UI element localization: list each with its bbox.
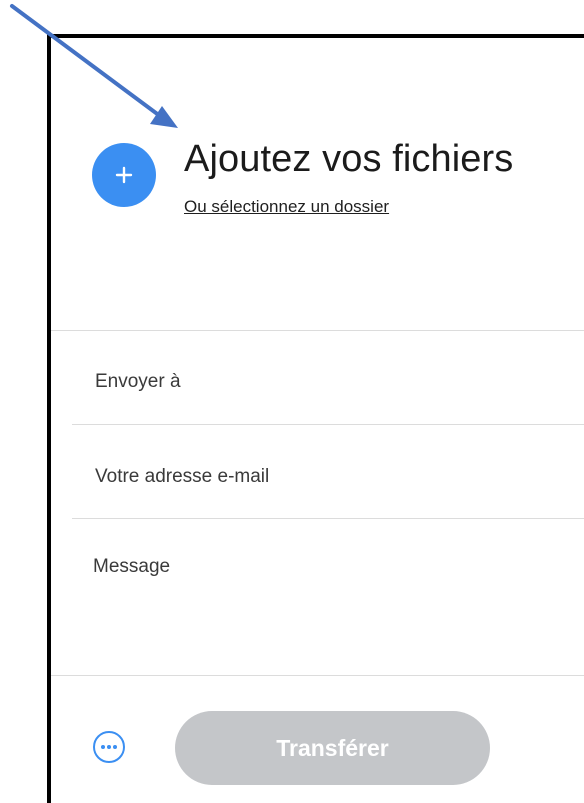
more-options-icon: [101, 745, 117, 749]
transfer-button[interactable]: Transférer: [175, 711, 490, 785]
sender-email-input[interactable]: [95, 459, 565, 495]
plus-icon: [115, 166, 133, 184]
recipient-email-input[interactable]: [95, 364, 565, 400]
message-textarea[interactable]: [93, 555, 563, 655]
field-divider: [72, 518, 584, 519]
add-files-title[interactable]: Ajoutez vos fichiers: [184, 136, 513, 182]
screenshot: Ajoutez vos fichiers Ou sélectionnez un …: [0, 0, 584, 803]
add-files-button[interactable]: [92, 143, 156, 207]
divider: [51, 675, 584, 676]
divider: [51, 330, 584, 331]
field-divider: [72, 424, 584, 425]
select-folder-link[interactable]: Ou sélectionnez un dossier: [184, 196, 389, 218]
more-options-button[interactable]: [93, 731, 125, 763]
